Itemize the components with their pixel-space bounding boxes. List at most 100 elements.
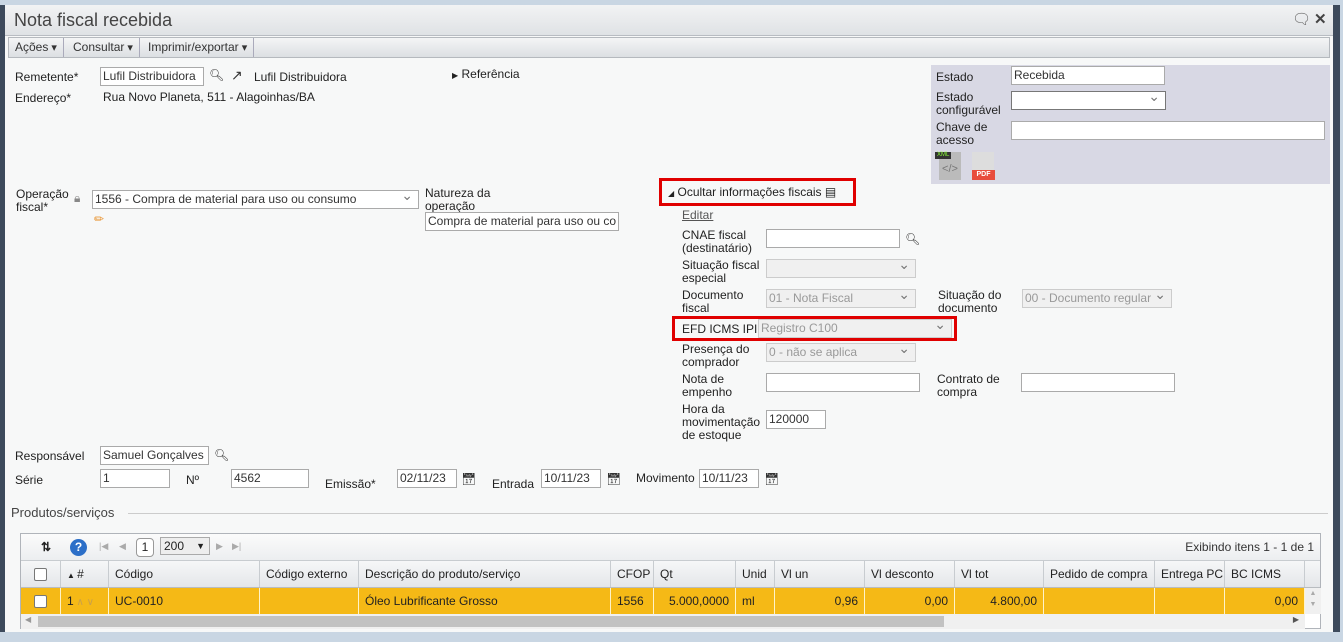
scrollbar-thumb[interactable]	[38, 616, 944, 627]
column-header[interactable]: Descrição do produto/serviço	[359, 561, 611, 587]
movimento-input[interactable]: 10/11/23	[699, 469, 759, 488]
column-header[interactable]: Pedido de compra	[1044, 561, 1155, 587]
hora-input[interactable]: 120000	[766, 410, 826, 429]
remetente-input[interactable]: Lufil Distribuidora	[100, 67, 204, 86]
estado-label: Estado	[936, 70, 974, 84]
chave-input[interactable]	[1011, 121, 1325, 140]
presenca-select[interactable]: 0 - não se aplica	[766, 343, 916, 362]
serie-input[interactable]: 1	[100, 469, 170, 488]
column-header[interactable]: ▲ #	[61, 561, 109, 587]
page-input[interactable]: 1	[136, 538, 154, 557]
scroll-left-icon[interactable]: ◀	[25, 615, 31, 624]
column-header[interactable]: Qt	[654, 561, 736, 587]
column-header-label: Descrição do produto/serviço	[365, 567, 521, 581]
column-header-label: #	[77, 567, 84, 581]
estado-conf-select[interactable]	[1011, 91, 1166, 110]
acoes-menu[interactable]: Ações	[9, 38, 64, 57]
responsavel-label: Responsável	[15, 449, 85, 463]
search-icon[interactable]: 🔍︎	[214, 448, 229, 462]
operacao-select[interactable]: 1556 - Compra de material para uso ou co…	[92, 190, 419, 209]
help-icon[interactable]: ?	[70, 539, 87, 556]
cnae-input[interactable]	[766, 229, 900, 248]
column-header[interactable]: Código	[109, 561, 260, 587]
scroll-right-icon[interactable]: ▶	[1293, 615, 1299, 624]
hora-label: Hora da movimentação de estoque	[682, 402, 761, 442]
first-page-icon[interactable]: |◀	[99, 541, 108, 552]
emissao-input[interactable]: 02/11/23	[397, 469, 457, 488]
column-header[interactable]: CFOP	[611, 561, 654, 587]
efd-select[interactable]: Registro C100	[758, 319, 952, 338]
column-header[interactable]: BC ICMS	[1225, 561, 1305, 587]
divider	[128, 513, 1328, 514]
title-bar	[5, 5, 1333, 36]
items-summary: Exibindo itens 1 - 1 de 1	[1185, 540, 1314, 554]
cell-value: 4.800,00	[990, 594, 1037, 608]
page-size-value: 200	[164, 539, 185, 553]
referencia-label: Referência	[461, 67, 520, 81]
natureza-input[interactable]: Compra de material para uso ou co	[425, 212, 619, 231]
column-header[interactable]: Vl tot	[955, 561, 1044, 587]
cell-value: 1556	[617, 594, 644, 608]
reorder-arrows-icon[interactable]: ∧ ∨	[74, 597, 93, 608]
search-icon[interactable]: 🔍︎	[905, 232, 920, 246]
imprimir-menu[interactable]: Imprimir/exportar	[142, 38, 255, 57]
endereco-value: Rua Novo Planeta, 511 - Alagoinhas/BA	[103, 90, 315, 104]
comment-icon[interactable]: 🗨	[1292, 10, 1311, 28]
numero-input[interactable]: 4562	[231, 469, 309, 488]
select-all-checkbox[interactable]	[34, 568, 47, 582]
situacao-doc-label: Situação do documento	[938, 288, 1002, 315]
remetente-link[interactable]: Lufil Distribuidora	[254, 71, 347, 84]
prev-page-icon[interactable]: ◀	[119, 541, 126, 552]
column-header-label: Vl tot	[961, 567, 989, 581]
page-size-select[interactable]: 200 ▼	[160, 537, 210, 555]
endereco-label: Endereço*	[15, 91, 72, 105]
row-checkbox[interactable]	[34, 595, 47, 609]
fiscal-toggle[interactable]: ◢ Ocultar informações fiscais ▤	[668, 186, 836, 200]
contrato-input[interactable]	[1021, 373, 1175, 392]
cell-value: ml	[742, 594, 755, 608]
column-header[interactable]: Vl un	[775, 561, 865, 587]
situacao-esp-label: Situação fiscal especial	[682, 258, 760, 285]
fiscal-toggle-label: Ocultar informações fiscais	[677, 185, 822, 199]
calendar-icon[interactable]: 📅︎	[764, 472, 779, 486]
column-header[interactable]: Entrega PC	[1155, 561, 1225, 587]
external-link-icon[interactable]: ↗	[231, 67, 243, 84]
pencil-icon[interactable]: ✏︎	[94, 212, 104, 226]
refresh-icon[interactable]: ⇅	[41, 540, 51, 554]
pdf-file-icon[interactable]: PDF	[972, 152, 995, 180]
close-icon[interactable]: ✕	[1314, 10, 1327, 28]
column-header[interactable]: Unid	[736, 561, 775, 587]
table-cell: 4.800,00	[955, 588, 1044, 614]
vertical-scrollbar[interactable]: ▲ ▼	[1305, 588, 1321, 614]
numero-label: Nº	[186, 473, 200, 487]
table-cell: ml	[736, 588, 775, 614]
chave-label: Chave de acesso	[936, 120, 988, 147]
editar-link[interactable]: Editar	[682, 209, 713, 222]
cnae-label: CNAE fiscal (destinatário)	[682, 228, 753, 255]
triangle-right-icon: ▶	[452, 71, 459, 80]
responsavel-input[interactable]: Samuel Gonçalves	[100, 446, 209, 465]
calendar-icon[interactable]: 📅︎	[606, 472, 621, 486]
column-header[interactable]: Vl desconto	[865, 561, 955, 587]
referencia-toggle[interactable]: ▶ Referência	[452, 68, 520, 82]
xml-file-icon[interactable]: </> XML	[935, 152, 961, 180]
empenho-input[interactable]	[766, 373, 920, 392]
column-header[interactable]: Código externo	[260, 561, 359, 587]
documento-select[interactable]: 01 - Nota Fiscal	[766, 289, 916, 308]
situacao-doc-select[interactable]: 00 - Documento regular	[1022, 289, 1172, 308]
consultar-menu[interactable]: Consultar	[67, 38, 140, 57]
last-page-icon[interactable]: ▶|	[232, 541, 241, 552]
calendar-icon[interactable]: 📅︎	[461, 472, 476, 486]
entrada-input[interactable]: 10/11/23	[541, 469, 601, 488]
table-row[interactable]: 1 ∧ ∨ UC-0010 Óleo Lubrificante Grosso 1556…	[21, 588, 1305, 614]
horizontal-scrollbar[interactable]: ◀ ▶	[21, 614, 1305, 629]
grid-toolbar: ⇅ ? |◀ ◀ 1 200 ▼ ▶ ▶| Exibindo itens 1 - …	[21, 534, 1320, 561]
next-page-icon[interactable]: ▶	[216, 541, 223, 552]
situacao-esp-select[interactable]	[766, 259, 916, 278]
cell-value: 1	[67, 594, 74, 608]
search-icon[interactable]: 🔍︎	[209, 68, 224, 82]
triangle-down-icon: ◢	[668, 189, 675, 198]
table-cell: 0,96	[775, 588, 865, 614]
column-header-label: Qt	[660, 567, 673, 581]
cell-value: 0,96	[834, 594, 858, 608]
